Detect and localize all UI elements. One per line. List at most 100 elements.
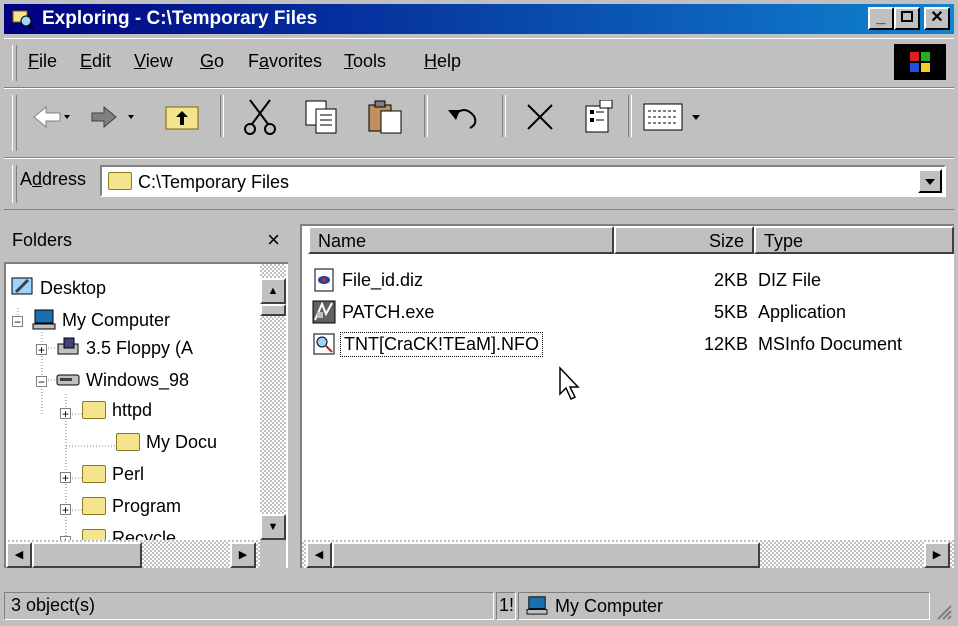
address-bar-grip[interactable]: [12, 165, 17, 203]
chevron-down-icon: [925, 179, 935, 185]
expand-toggle[interactable]: +: [60, 504, 71, 516]
title-bar[interactable]: Exploring - C:\Temporary Files _ ✕: [4, 4, 954, 34]
file-row[interactable]: File_id.diz 2KB DIZ File: [302, 266, 954, 298]
expand-toggle[interactable]: +: [60, 472, 71, 484]
properties-button[interactable]: [570, 99, 626, 135]
file-row[interactable]: PATCH.exe 5KB Application: [302, 298, 954, 330]
maximize-button[interactable]: [894, 7, 920, 30]
diz-file-icon: [314, 268, 334, 292]
mouse-cursor-icon: [559, 366, 580, 401]
folder-vscroll-thumb[interactable]: [260, 304, 286, 316]
undo-button[interactable]: [434, 99, 494, 135]
tree-item-my-documents[interactable]: My Docu: [116, 432, 217, 453]
folder-icon: [82, 497, 106, 515]
forward-button[interactable]: [86, 99, 146, 135]
menu-favorites[interactable]: Favorites: [248, 51, 322, 72]
file-name: PATCH.exe: [342, 302, 435, 322]
scroll-down-button[interactable]: ▼: [260, 514, 286, 540]
back-button[interactable]: [26, 99, 78, 135]
folders-pane-header: Folders ×: [4, 224, 288, 256]
properties-icon: [585, 100, 613, 133]
folder-icon: [108, 172, 132, 190]
up-folder-icon: [165, 106, 199, 130]
scroll-left-button[interactable]: ◀: [306, 542, 332, 568]
floppy-drive-icon: [57, 337, 79, 355]
address-label: Address: [20, 169, 87, 189]
column-header-type[interactable]: Type: [754, 226, 954, 254]
file-name: File_id.diz: [342, 270, 424, 290]
desktop-icon: [11, 277, 33, 295]
tree-item-desktop[interactable]: Desktop: [10, 276, 106, 299]
paste-icon: [368, 100, 402, 134]
window-title: Exploring - C:\Temporary Files: [42, 8, 318, 29]
tree-item-my-computer[interactable]: My Computer: [32, 308, 170, 331]
tree-item-program-files[interactable]: Program: [82, 496, 181, 517]
file-hscroll-thumb[interactable]: [332, 542, 760, 568]
menu-file[interactable]: File: [28, 51, 57, 72]
menu-help[interactable]: Help: [424, 51, 461, 72]
folder-hscroll-thumb[interactable]: [32, 542, 142, 568]
scroll-left-button[interactable]: ◀: [6, 542, 32, 568]
menu-edit[interactable]: Edit: [80, 51, 111, 72]
menu-bar-grip[interactable]: [12, 45, 17, 81]
file-row[interactable]: TNT[CraCK!TEaM].NFO 12KB MSInfo Document: [302, 330, 954, 362]
hard-drive-icon: [56, 374, 80, 386]
toolbar-separator: [220, 95, 224, 137]
expand-toggle[interactable]: +: [60, 408, 71, 420]
status-size: 1!: [496, 592, 516, 620]
tree-item-perl[interactable]: Perl: [82, 464, 144, 485]
expand-toggle[interactable]: +: [36, 344, 47, 356]
address-value: C:\Temporary Files: [138, 172, 290, 192]
up-button[interactable]: [156, 99, 208, 135]
file-type: MSInfo Document: [758, 334, 903, 354]
folders-title: Folders: [12, 230, 73, 250]
menu-view[interactable]: View: [134, 51, 173, 72]
menu-go[interactable]: Go: [200, 51, 224, 72]
tree-item-floppy[interactable]: 3.5 Floppy (A: [56, 336, 193, 359]
delete-x-icon: [527, 104, 553, 130]
delete-button[interactable]: [510, 99, 570, 135]
column-header-size[interactable]: Size: [614, 226, 754, 254]
close-button[interactable]: ✕: [924, 7, 950, 30]
forward-arrow-icon: [91, 105, 134, 129]
file-size: 5KB: [713, 302, 748, 322]
toolbar: [4, 88, 954, 158]
collapse-toggle[interactable]: −: [12, 316, 23, 328]
computer-icon: [32, 309, 56, 330]
folder-tree: Desktop − My Computer + 3.5 Floppy (A − …: [4, 262, 288, 568]
tree-item-windows-98[interactable]: Windows_98: [56, 368, 189, 391]
folders-close-button[interactable]: ×: [267, 227, 280, 253]
status-location: My Computer: [518, 592, 930, 620]
status-object-count: 3 object(s): [4, 592, 494, 620]
windows-logo: [894, 44, 946, 80]
resize-grip-icon[interactable]: [932, 600, 952, 620]
tree-item-httpd[interactable]: httpd: [82, 400, 152, 421]
file-size: 12KB: [703, 334, 748, 354]
minimize-button[interactable]: _: [868, 7, 894, 30]
folder-icon: [82, 465, 106, 483]
back-arrow-icon: [33, 105, 70, 129]
menu-tools[interactable]: Tools: [344, 51, 386, 72]
scroll-right-button[interactable]: ▶: [230, 542, 256, 568]
details-view-icon: [643, 103, 700, 131]
views-button[interactable]: [638, 99, 708, 135]
maximize-icon: [901, 11, 913, 22]
address-dropdown-button[interactable]: [918, 169, 942, 193]
explorer-window: Exploring - C:\Temporary Files _ ✕ File …: [0, 0, 958, 626]
scroll-right-button[interactable]: ▶: [924, 542, 950, 568]
address-input[interactable]: C:\Temporary Files: [100, 165, 946, 197]
column-header-name[interactable]: Name: [308, 226, 614, 254]
copy-button[interactable]: [292, 99, 352, 135]
file-type: Application: [758, 302, 847, 322]
file-list: Name Size Type File_id.diz 2KB DIZ File …: [300, 224, 954, 568]
toolbar-grip[interactable]: [12, 95, 17, 151]
paste-button[interactable]: [356, 99, 416, 135]
toolbar-separator: [424, 95, 428, 137]
toolbar-separator: [502, 95, 506, 137]
collapse-toggle[interactable]: −: [36, 376, 47, 388]
file-size: 2KB: [713, 270, 748, 290]
cut-button[interactable]: [230, 99, 290, 135]
address-bar: Address C:\Temporary Files: [4, 158, 954, 210]
scroll-up-button[interactable]: ▲: [260, 278, 286, 304]
nfo-file-icon: [313, 333, 335, 355]
